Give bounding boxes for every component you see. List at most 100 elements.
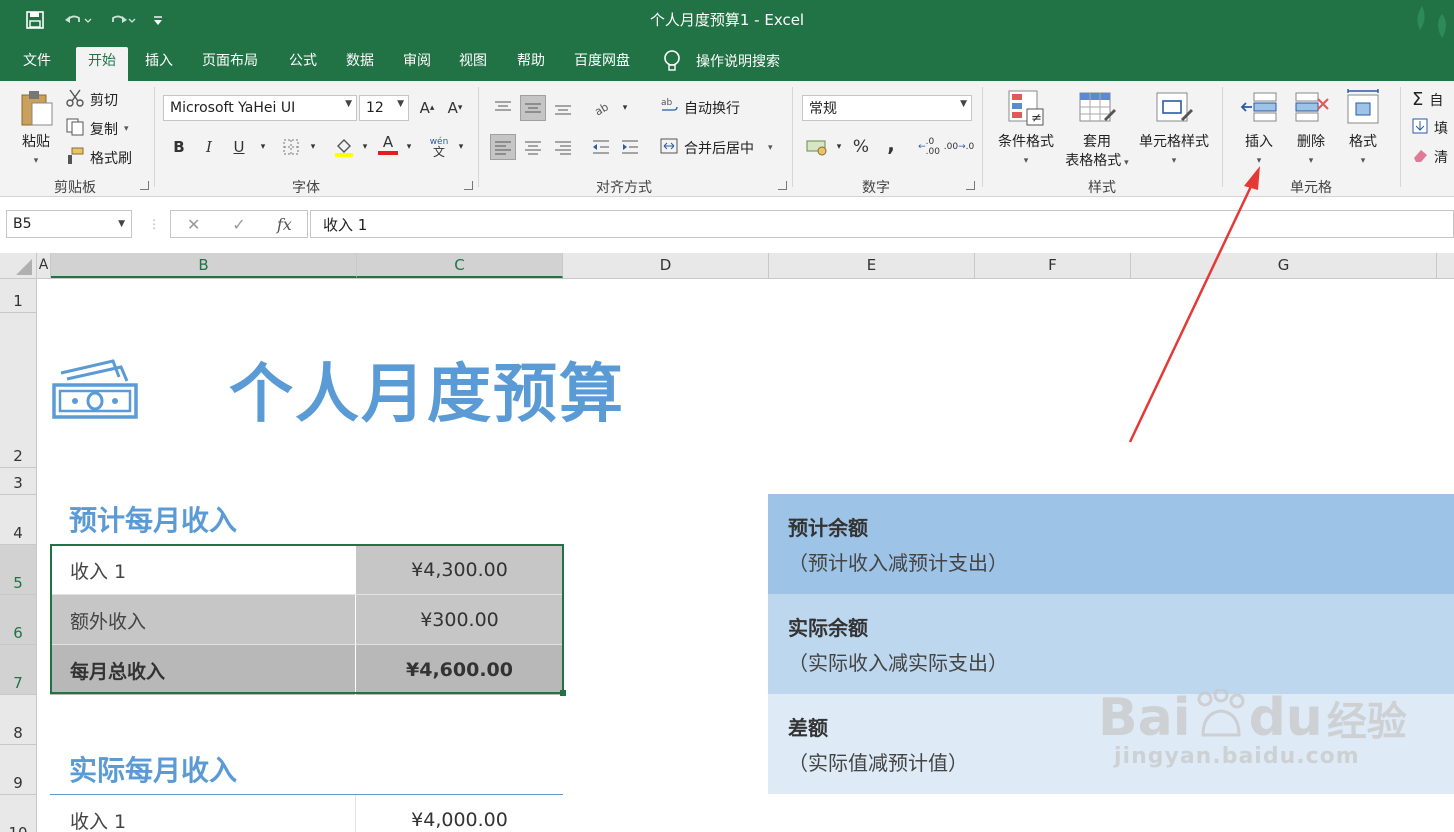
insert-function-icon[interactable]: fx [262, 215, 307, 234]
tab-baidu-netdisk[interactable]: 百度网盘 [562, 47, 642, 81]
column-header-f[interactable]: F [975, 253, 1131, 278]
format-as-table-line1: 套用 [1083, 134, 1111, 150]
comma-button[interactable]: , [878, 131, 904, 157]
autosum-button[interactable]: Σ自 [1412, 89, 1443, 110]
row-header-10[interactable]: 10 [0, 795, 36, 832]
tab-formulas[interactable]: 公式 [277, 47, 329, 81]
tab-view[interactable]: 视图 [447, 47, 499, 81]
formula-buttons: ✕ ✓ fx [170, 210, 308, 238]
enter-icon[interactable]: ✓ [216, 215, 261, 234]
clear-button[interactable]: 清 [1412, 147, 1448, 167]
increase-font-icon[interactable]: A ▴ [414, 95, 440, 121]
row-header-4[interactable]: 4 [0, 495, 36, 545]
align-top-icon[interactable] [490, 95, 516, 121]
bold-button[interactable]: B [166, 134, 192, 160]
merge-center-button[interactable]: 合并后居中 ▾ [660, 137, 773, 159]
font-size-value: 12 [366, 100, 384, 116]
font-launcher-icon[interactable] [464, 181, 473, 190]
delete-cells-label: 删除 [1297, 134, 1325, 150]
row-header-7[interactable]: 7 [0, 645, 36, 695]
row-header-3[interactable]: 3 [0, 468, 36, 495]
select-all-corner[interactable] [0, 253, 37, 278]
projected-balance-box[interactable]: 预计余额 （预计收入减预计支出） [768, 494, 1454, 594]
column-header-b[interactable]: B [51, 253, 357, 278]
underline-button[interactable]: U [226, 134, 252, 160]
column-header-e[interactable]: E [769, 253, 975, 278]
percent-button[interactable]: % [848, 134, 874, 160]
tab-file[interactable]: 文件 [11, 47, 63, 81]
format-as-table-icon [1079, 92, 1116, 122]
increase-decimal-icon[interactable]: ← .0.00 [916, 134, 942, 160]
income-value-cell[interactable]: ¥4,000.00 [356, 795, 563, 832]
tab-insert[interactable]: 插入 [133, 47, 185, 81]
align-right-icon[interactable] [550, 134, 576, 160]
row-header-8[interactable]: 8 [0, 695, 36, 745]
total-label-cell[interactable]: 每月总收入 [50, 645, 356, 695]
number-format-select[interactable]: 常规 ▼ [802, 95, 972, 121]
income-value-cell[interactable]: ¥4,300.00 [356, 545, 563, 595]
number-launcher-icon[interactable] [966, 181, 975, 190]
paste-button[interactable]: 粘贴 ▾ [14, 89, 58, 171]
tab-home[interactable]: 开始 [76, 47, 128, 81]
delete-cells-button[interactable]: 删除 ▾ [1288, 89, 1334, 171]
increase-indent-icon[interactable] [617, 134, 643, 160]
income-label-cell[interactable]: 额外收入 [50, 595, 356, 645]
actual-balance-box[interactable]: 实际余额 （实际收入减实际支出） [768, 594, 1454, 694]
formula-input[interactable]: 收入 1 [310, 210, 1454, 238]
underline-dropdown-icon[interactable]: ▾ [250, 134, 276, 160]
row-header-6[interactable]: 6 [0, 595, 36, 645]
cancel-icon[interactable]: ✕ [171, 215, 216, 234]
borders-dropdown-icon[interactable]: ▾ [300, 134, 326, 160]
table-row[interactable]: 每月总收入 ¥4,600.00 [50, 645, 563, 695]
column-header-d[interactable]: D [563, 253, 769, 278]
row-header-9[interactable]: 9 [0, 745, 36, 795]
income-label-cell[interactable]: 收入 1 [50, 545, 356, 595]
table-row[interactable]: 收入 1 ¥4,000.00 [50, 795, 563, 832]
total-value-cell[interactable]: ¥4,600.00 [356, 645, 563, 695]
font-size-select[interactable]: 12 ▼ [359, 95, 409, 121]
income-value-cell[interactable]: ¥300.00 [356, 595, 563, 645]
fill-button[interactable]: 填 [1412, 118, 1448, 138]
align-bottom-icon[interactable] [550, 95, 576, 121]
clipboard-launcher-icon[interactable] [140, 181, 149, 190]
tab-data[interactable]: 数据 [334, 47, 386, 81]
decrease-indent-icon[interactable] [588, 134, 614, 160]
alignment-launcher-icon[interactable] [778, 181, 787, 190]
orientation-dropdown-icon[interactable]: ▾ [612, 95, 638, 121]
phonetic-dropdown-icon[interactable]: ▾ [448, 134, 474, 160]
row-header-5[interactable]: 5 [0, 545, 36, 595]
income-label-cell[interactable]: 收入 1 [50, 795, 356, 832]
tell-me-label: 操作说明搜索 [696, 54, 780, 70]
tell-me-search[interactable]: 操作说明搜索 [662, 47, 780, 75]
column-header-c[interactable]: C [357, 253, 563, 278]
decrease-font-icon[interactable]: A ▾ [442, 95, 468, 121]
align-middle-icon[interactable] [520, 95, 546, 121]
name-box[interactable]: B5 ▼ [6, 210, 132, 238]
decrease-decimal-icon[interactable]: .00 → .0 [944, 134, 974, 160]
italic-button[interactable]: I [196, 134, 222, 160]
font-color-dropdown-icon[interactable]: ▾ [396, 134, 422, 160]
fill-handle[interactable] [560, 690, 566, 696]
format-as-table-line2: 表格格式 [1065, 153, 1122, 169]
row-header-2[interactable]: 2 [0, 313, 36, 468]
conditional-format-button[interactable]: ≠ 条件格式 ▾ [990, 89, 1062, 171]
table-row[interactable]: 额外收入 ¥300.00 [50, 595, 563, 645]
cell-styles-button[interactable]: 单元格样式 ▾ [1134, 89, 1214, 171]
insert-cells-button[interactable]: 插入 ▾ [1236, 89, 1282, 171]
tab-review[interactable]: 审阅 [391, 47, 443, 81]
format-painter-button[interactable]: 格式刷 [66, 147, 132, 169]
format-cells-button[interactable]: 格式 ▾ [1340, 89, 1386, 171]
copy-button[interactable]: 复制 ▾ [66, 118, 129, 140]
wrap-text-button[interactable]: ab 自动换行 [660, 97, 740, 119]
tab-page-layout[interactable]: 页面布局 [190, 47, 270, 81]
align-left-icon[interactable] [490, 134, 516, 160]
tab-help[interactable]: 帮助 [505, 47, 557, 81]
row-header-1[interactable]: 1 [0, 279, 36, 313]
format-painter-label: 格式刷 [90, 151, 132, 167]
font-name-select[interactable]: Microsoft YaHei UI ▼ [163, 95, 357, 121]
cut-button[interactable]: 剪切 [66, 89, 118, 111]
align-center-icon[interactable] [520, 134, 546, 160]
svg-text:ab: ab [593, 100, 611, 116]
column-header-a[interactable]: A [37, 253, 51, 278]
table-row[interactable]: 收入 1 ¥4,300.00 [50, 545, 563, 595]
